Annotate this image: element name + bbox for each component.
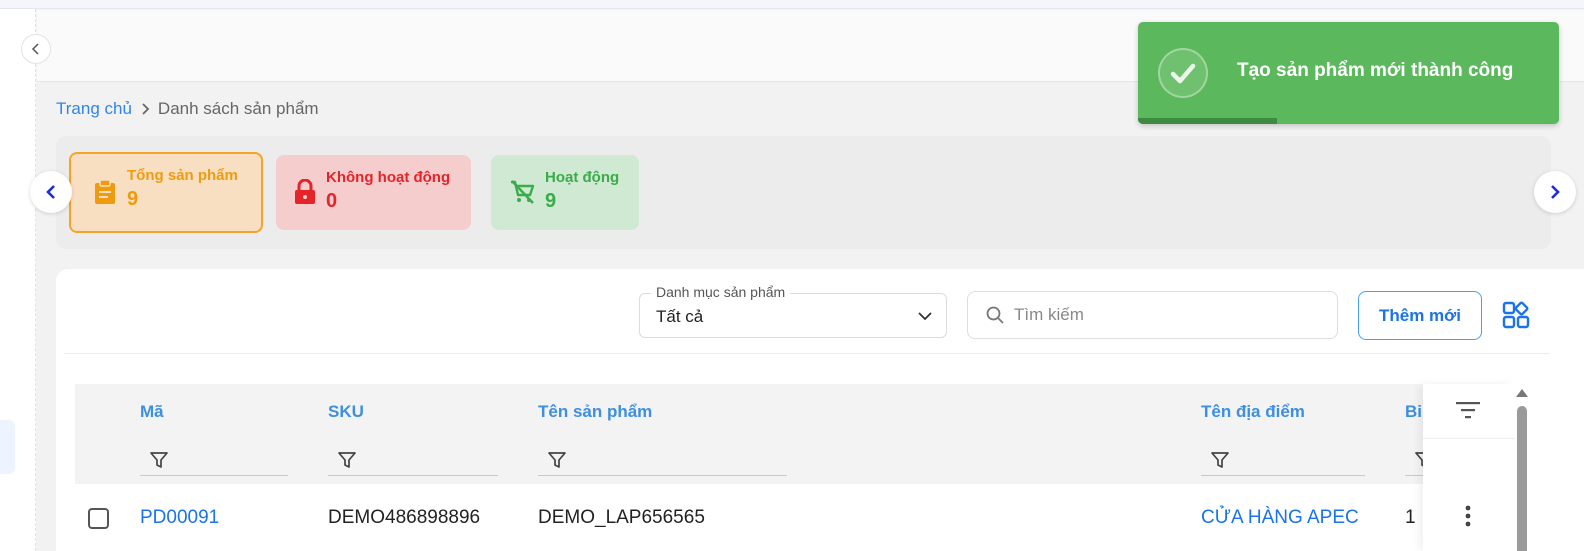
stat-card-total[interactable]: Tổng sản phẩm 9 <box>69 152 263 233</box>
filter-product-name[interactable] <box>538 446 787 476</box>
search-input[interactable] <box>1014 305 1334 325</box>
clipboard-icon <box>95 179 115 204</box>
filter-code[interactable] <box>140 446 288 476</box>
stats-prev-button[interactable] <box>30 171 72 213</box>
stat-card-inactive[interactable]: Không hoạt động 0 <box>276 155 471 230</box>
stats-next-button[interactable] <box>1534 171 1576 213</box>
column-header-location[interactable]: Tên địa điểm <box>1201 402 1305 422</box>
chevron-right-icon <box>142 103 150 115</box>
toolbar-divider <box>64 353 1550 354</box>
category-select-value: Tất cả <box>656 307 704 326</box>
success-toast[interactable]: Tạo sản phẩm mới thành công <box>1138 22 1559 124</box>
lock-icon <box>295 179 315 204</box>
table-row[interactable]: PD00091 DEMO486898896 DEMO_LAP656565 CỬA… <box>75 490 1423 545</box>
filter-icon <box>1415 452 1423 467</box>
add-new-button[interactable]: Thêm mới <box>1358 291 1482 340</box>
breadcrumb-current: Danh sách sản phẩm <box>157 99 319 118</box>
column-settings-icon[interactable] <box>1455 399 1481 421</box>
filter-icon <box>1211 452 1229 468</box>
chevron-down-icon <box>918 312 932 321</box>
chevron-right-icon <box>1551 185 1560 199</box>
chevron-left-icon <box>31 43 39 55</box>
scroll-up-arrow[interactable] <box>1516 389 1528 397</box>
sidebar-active-item[interactable] <box>0 420 15 474</box>
column-header-sku[interactable]: SKU <box>328 402 364 422</box>
filter-location[interactable] <box>1201 446 1365 476</box>
breadcrumb-home-link[interactable]: Trang chủ <box>56 99 132 119</box>
stat-active-label: Hoạt động <box>545 169 620 186</box>
column-header-extra[interactable]: Bi <box>1405 402 1422 422</box>
more-vertical-icon[interactable] <box>1464 504 1472 528</box>
stat-total-label: Tổng sản phẩm <box>127 167 238 184</box>
stat-inactive-value: 0 <box>326 190 338 212</box>
filter-extra[interactable] <box>1405 446 1423 476</box>
actions-divider <box>1423 438 1515 439</box>
toast-message: Tạo sản phẩm mới thành công <box>1237 60 1514 81</box>
row-code-link[interactable]: PD00091 <box>140 507 219 529</box>
grid-view-icon[interactable] <box>1502 301 1530 329</box>
row-checkbox[interactable] <box>88 508 109 529</box>
row-sku: DEMO486898896 <box>328 507 481 528</box>
stat-card-active[interactable]: Hoạt động 9 <box>491 155 639 230</box>
cart-off-icon <box>511 180 535 204</box>
stat-total-value: 9 <box>127 188 139 210</box>
category-select[interactable]: Danh mục sản phẩm Tất cả <box>639 284 947 338</box>
search-box[interactable] <box>967 291 1338 339</box>
toast-icon-container <box>1158 48 1208 98</box>
column-header-product-name[interactable]: Tên sản phẩm <box>538 402 652 422</box>
row-location-link[interactable]: CỬA HÀNG APEC <box>1201 507 1359 529</box>
filter-icon <box>150 452 168 468</box>
stat-active-value: 9 <box>545 190 557 212</box>
filter-icon <box>338 452 356 468</box>
filter-icon <box>548 452 566 468</box>
filter-sku[interactable] <box>328 446 498 476</box>
sidebar-collapse-button[interactable] <box>21 34 51 64</box>
chevron-left-icon <box>46 185 55 199</box>
row-product-name: DEMO_LAP656565 <box>538 507 705 528</box>
table-header: Mã SKU Tên sản phẩm Tên địa điểm Bi <box>75 384 1423 484</box>
breadcrumb: Trang chủ Danh sách sản phẩm <box>56 99 319 119</box>
check-circle-icon <box>1170 63 1196 84</box>
stat-inactive-label: Không hoạt động <box>326 169 451 186</box>
category-select-label: Danh mục sản phẩm <box>651 284 791 300</box>
scroll-thumb[interactable] <box>1517 406 1527 551</box>
search-icon <box>986 306 1004 324</box>
column-header-code[interactable]: Mã <box>140 402 164 422</box>
row-extra: 1 <box>1405 507 1416 528</box>
actions-column <box>1423 384 1515 551</box>
top-bar <box>0 0 1584 9</box>
toast-progress-track <box>1138 118 1559 124</box>
toast-progress-fill <box>1138 118 1277 124</box>
